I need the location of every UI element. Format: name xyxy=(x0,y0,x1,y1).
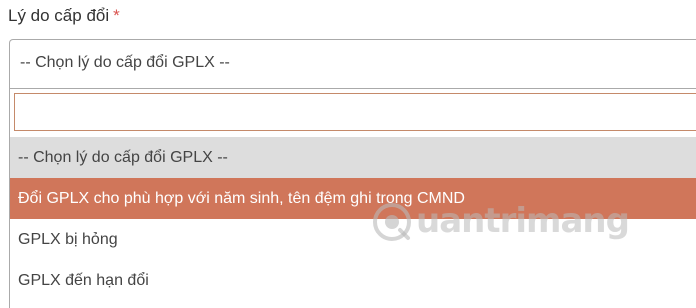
field-label: Lý do cấp đổi * xyxy=(8,5,120,27)
option-update-birth-name[interactable]: Đổi GPLX cho phù hợp với năm sinh, tên đ… xyxy=(10,178,696,219)
option-placeholder[interactable]: -- Chọn lý do cấp đổi GPLX -- xyxy=(10,137,696,178)
dropdown-search xyxy=(14,93,696,133)
option-damaged[interactable]: GPLX bị hỏng xyxy=(10,219,696,260)
reason-select[interactable]: -- Chọn lý do cấp đổi GPLX -- xyxy=(9,39,696,89)
field-label-text: Lý do cấp đổi xyxy=(8,6,110,25)
required-mark: * xyxy=(113,6,120,25)
dropdown-search-input[interactable] xyxy=(14,93,696,131)
form-page: Lý do cấp đổi * -- Chọn lý do cấp đổi GPL… xyxy=(0,0,696,308)
options-list: -- Chọn lý do cấp đổi GPLX -- Đổi GPLX c… xyxy=(10,137,696,301)
option-expired[interactable]: GPLX đến hạn đổi xyxy=(10,260,696,301)
select-selected-value: -- Chọn lý do cấp đổi GPLX -- xyxy=(20,54,230,71)
select-dropdown: -- Chọn lý do cấp đổi GPLX -- Đổi GPLX c… xyxy=(9,88,696,308)
